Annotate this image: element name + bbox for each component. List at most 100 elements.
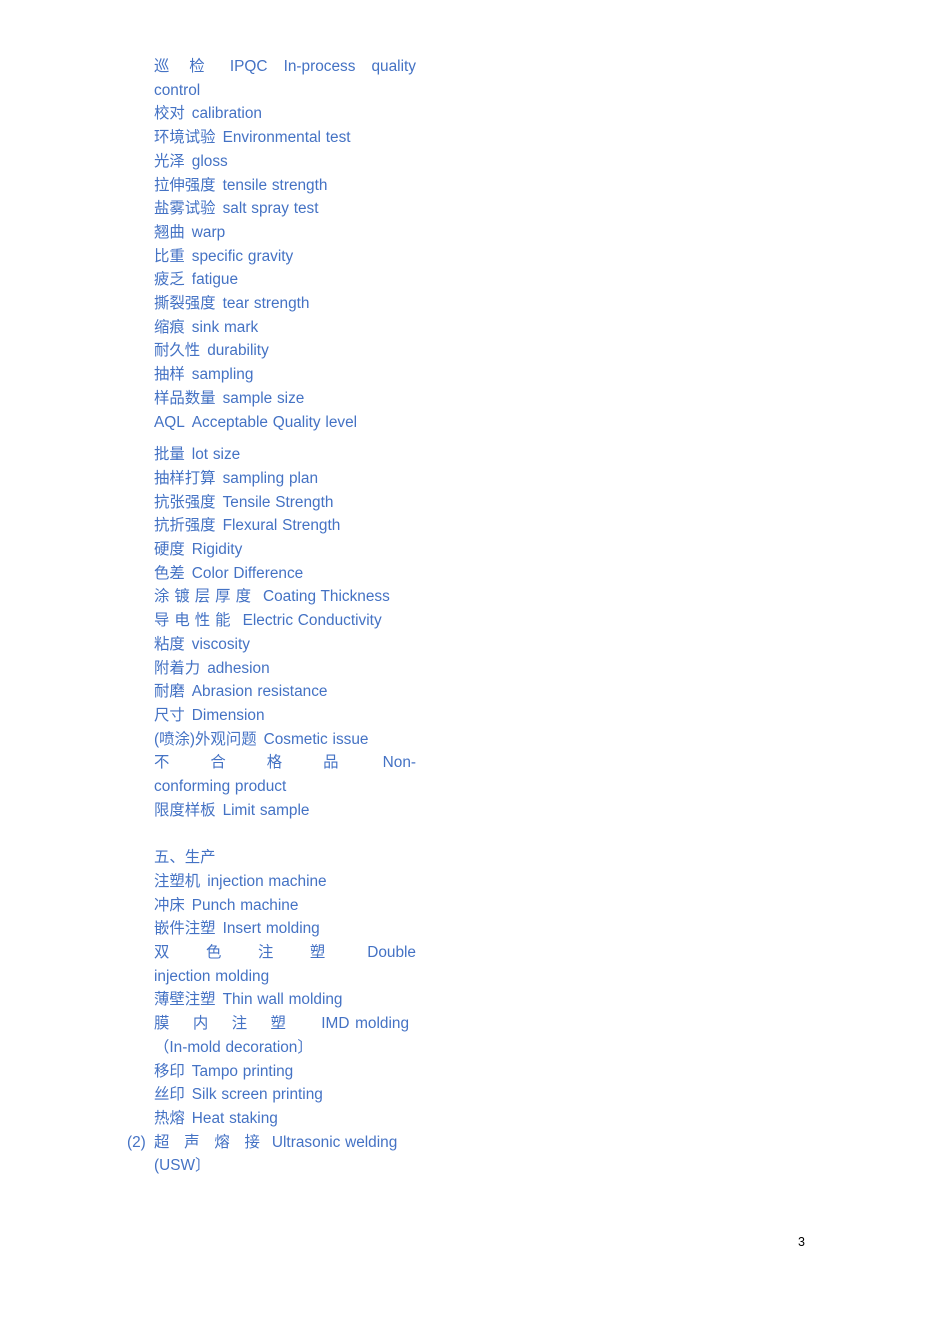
- glossary-line-fatigue: 疲乏 fatigue: [154, 268, 416, 292]
- glossary-line-injection-machine-en: injection machine: [207, 872, 327, 890]
- glossary-line-abrasion-resistance-cn: 耐磨: [154, 683, 185, 701]
- glossary-line-double-injection-molding: 双 色 注 塑 Double injection molding: [154, 941, 416, 988]
- glossary-line-tear-strength-en: tear strength: [222, 295, 310, 313]
- glossary-line-injection-machine-cn: 注塑机: [154, 872, 201, 890]
- page-number: 3: [798, 1235, 805, 1249]
- glossary-line-silk-screen-printing-en: Silk screen printing: [191, 1086, 323, 1104]
- glossary-line-specific-gravity: 比重 specific gravity: [154, 245, 416, 269]
- glossary-line-flexural-strength-cn: 抗折强度: [154, 517, 216, 535]
- glossary-line-flexural-strength: 抗折强度 Flexural Strength: [154, 514, 416, 538]
- document-page: 巡检 IPQC In-process quality control 校对 cali…: [0, 0, 950, 1344]
- glossary-text-column: 巡检 IPQC In-process quality control 校对 cali…: [127, 55, 416, 1178]
- glossary-line-sample-size: 样品数量 sample size: [154, 387, 416, 411]
- glossary-line-punch-machine: 冲床 Punch machine: [154, 894, 416, 918]
- glossary-line-rigidity: 硬度 Rigidity: [154, 538, 416, 562]
- glossary-line-lot-size-cn: 批量: [154, 446, 185, 464]
- glossary-line-lot-size: 批量 lot size: [154, 443, 416, 467]
- glossary-line-coating-thickness: 涂镀层厚度 Coating Thickness: [154, 585, 416, 609]
- glossary-line-insert-molding-en: Insert molding: [222, 920, 320, 938]
- glossary-line-sink-mark-en: sink mark: [191, 318, 259, 336]
- glossary-line-ultrasonic-welding-cn: 超 声 熔 接: [154, 1133, 265, 1151]
- glossary-line-imd-molding-cn: 膜 内 注 塑: [154, 1015, 296, 1033]
- glossary-line-thin-wall-molding: 薄壁注塑 Thin wall molding: [154, 988, 416, 1012]
- list-marker-2: (2): [127, 1133, 146, 1151]
- glossary-line-warp: 翘曲 warp: [154, 221, 416, 245]
- glossary-line-tampo-printing-en: Tampo printing: [191, 1062, 294, 1080]
- glossary-line-tampo-printing-cn: 移印: [154, 1062, 185, 1080]
- glossary-line-warp-cn: 翘曲: [154, 223, 185, 241]
- glossary-line-durability-cn: 耐久性: [154, 342, 201, 360]
- glossary-line-imd-molding: 膜 内 注 塑 IMD molding （In-mold decoration〕: [154, 1012, 416, 1059]
- glossary-line-adhesion: 附着力 adhesion: [154, 657, 416, 681]
- glossary-line-environmental-test-en: Environmental test: [222, 129, 351, 147]
- glossary-line-specific-gravity-cn: 比重: [154, 247, 185, 265]
- glossary-line-viscosity-en: viscosity: [191, 635, 250, 653]
- glossary-line-cosmetic-issue-cn: (喷涂)外观问题: [154, 730, 257, 748]
- glossary-line-thin-wall-molding-en: Thin wall molding: [222, 991, 343, 1009]
- glossary-line-salt-spray-test-en: salt spray test: [222, 200, 319, 218]
- glossary-line-tensile-strength-2: 抗张强度 Tensile Strength: [154, 491, 416, 515]
- glossary-line-sink-mark-cn: 缩痕: [154, 318, 185, 336]
- glossary-line-sample-size-en: sample size: [222, 389, 305, 407]
- glossary-line-tensile-strength-en: tensile strength: [222, 176, 328, 194]
- glossary-line-ultrasonic-welding-en2: (USW〕: [154, 1157, 211, 1175]
- glossary-line-environmental-test-cn: 环境试验: [154, 129, 216, 147]
- glossary-line-tensile-strength-2-cn: 抗张强度: [154, 493, 216, 511]
- glossary-line-insert-molding: 嵌件注塑 Insert molding: [154, 917, 416, 941]
- glossary-line-calibration: 校对 calibration: [154, 102, 416, 126]
- glossary-line-color-difference: 色差 Color Difference: [154, 562, 416, 586]
- glossary-line-tampo-printing: 移印 Tampo printing: [154, 1060, 416, 1084]
- glossary-line-ipqc-cn: 巡: [154, 58, 190, 75]
- glossary-line-color-difference-cn: 色差: [154, 564, 185, 582]
- glossary-line-imd-molding-en: IMD molding: [321, 1015, 410, 1033]
- glossary-line-warp-en: warp: [191, 223, 226, 241]
- glossary-line-environmental-test: 环境试验 Environmental test: [154, 126, 416, 150]
- glossary-line-insert-molding-cn: 嵌件注塑: [154, 920, 216, 938]
- glossary-line-durability: 耐久性 durability: [154, 339, 416, 363]
- glossary-line-silk-screen-printing-cn: 丝印: [154, 1086, 185, 1104]
- glossary-line-fatigue-cn: 疲乏: [154, 271, 185, 289]
- section-heading-production: 五、生产: [154, 849, 216, 867]
- glossary-line-ipqc-cn2: 检: [189, 58, 216, 75]
- glossary-line-ipqc: 巡检 IPQC In-process quality control: [154, 55, 416, 102]
- glossary-line-sink-mark: 缩痕 sink mark: [154, 316, 416, 340]
- glossary-line-durability-en: durability: [207, 342, 269, 360]
- glossary-line-salt-spray-test-cn: 盐雾试验: [154, 200, 216, 218]
- glossary-line-thin-wall-molding-cn: 薄壁注塑: [154, 991, 216, 1009]
- glossary-line-rigidity-en: Rigidity: [191, 541, 243, 559]
- glossary-line-tear-strength-cn: 撕裂强度: [154, 295, 216, 313]
- glossary-line-viscosity-cn: 粘度: [154, 635, 185, 653]
- glossary-line-gloss-en: gloss: [191, 152, 228, 170]
- glossary-line-punch-machine-cn: 冲床: [154, 896, 185, 914]
- glossary-line-silk-screen-printing: 丝印 Silk screen printing: [154, 1083, 416, 1107]
- glossary-line-gloss: 光泽 gloss: [154, 150, 416, 174]
- glossary-line-limit-sample-en: Limit sample: [222, 801, 310, 819]
- glossary-line-abrasion-resistance-en: Abrasion resistance: [191, 683, 328, 701]
- glossary-line-heat-staking: 热熔 Heat staking: [154, 1107, 416, 1131]
- glossary-line-non-conforming-product-cn: 不 合 格 品: [154, 754, 357, 772]
- glossary-line-adhesion-en: adhesion: [207, 659, 270, 677]
- glossary-line-coating-thickness-cn: 涂镀层厚度: [154, 588, 256, 606]
- glossary-line-electric-conductivity-en: Electric Conductivity: [242, 612, 382, 630]
- glossary-line-electric-conductivity: 导电性能 Electric Conductivity: [154, 609, 416, 633]
- glossary-line-electric-conductivity-cn: 导电性能: [154, 612, 236, 630]
- glossary-line-punch-machine-en: Punch machine: [191, 896, 299, 914]
- glossary-line-abrasion-resistance: 耐磨 Abrasion resistance: [154, 680, 416, 704]
- glossary-line-tear-strength: 撕裂强度 tear strength: [154, 292, 416, 316]
- glossary-line-non-conforming-product: 不 合 格 品 Non-conforming product: [154, 751, 416, 798]
- glossary-line-dimension: 尺寸 Dimension: [154, 704, 416, 728]
- glossary-line-sampling-plan: 抽样打算 sampling plan: [154, 467, 416, 491]
- glossary-line-specific-gravity-en: specific gravity: [191, 247, 294, 265]
- glossary-line-tensile-strength: 拉伸强度 tensile strength: [154, 174, 416, 198]
- glossary-line-flexural-strength-en: Flexural Strength: [222, 517, 341, 535]
- glossary-line-coating-thickness-en: Coating Thickness: [262, 588, 390, 606]
- glossary-line-color-difference-en: Color Difference: [191, 564, 304, 582]
- glossary-line-calibration-cn: 校对: [154, 105, 185, 123]
- glossary-line-tensile-strength-2-en: Tensile Strength: [222, 493, 334, 511]
- glossary-line-salt-spray-test: 盐雾试验 salt spray test: [154, 197, 416, 221]
- glossary-line-aql-en: Acceptable Quality level: [191, 413, 358, 431]
- glossary-line-imd-molding-en2: （In-mold decoration〕: [154, 1038, 313, 1056]
- glossary-line-aql: AQL Acceptable Quality level: [154, 411, 416, 435]
- glossary-line-adhesion-cn: 附着力: [154, 659, 201, 677]
- glossary-line-dimension-en: Dimension: [191, 706, 265, 724]
